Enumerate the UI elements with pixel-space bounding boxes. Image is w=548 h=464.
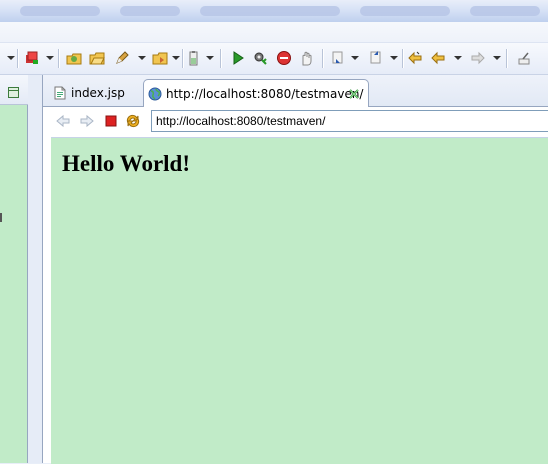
- menu-bar: [0, 22, 548, 43]
- url-input[interactable]: [151, 110, 548, 132]
- toolbar-separator: [506, 49, 507, 68]
- dropdown-arrow-icon[interactable]: [351, 56, 359, 60]
- open-type-icon[interactable]: [66, 50, 82, 66]
- dropdown-arrow-icon[interactable]: [7, 56, 15, 60]
- stop-icon[interactable]: [103, 113, 119, 129]
- forward-icon[interactable]: [470, 50, 486, 66]
- dropdown-arrow-icon[interactable]: [138, 56, 146, 60]
- toolbar-separator: [58, 49, 59, 68]
- title-blur: [20, 6, 100, 16]
- last-edit-icon[interactable]: [407, 50, 423, 66]
- open-folder-icon[interactable]: [89, 50, 105, 66]
- forward-icon[interactable]: [79, 113, 95, 129]
- open-task-icon[interactable]: [152, 50, 168, 66]
- toolbar-separator: [322, 49, 323, 68]
- view-sash[interactable]: [28, 75, 42, 463]
- tab-browser[interactable]: http://localhost:8080/testmaven/: [143, 79, 369, 107]
- stop-icon[interactable]: [276, 50, 292, 66]
- run-icon[interactable]: [230, 50, 246, 66]
- title-blur: [120, 6, 180, 16]
- pencil-icon[interactable]: [114, 50, 130, 66]
- debug-gear-icon[interactable]: [252, 50, 268, 66]
- editor-tab-strip: index.jsp http://localhost:8080/testmave…: [43, 75, 548, 107]
- maximize-icon[interactable]: [8, 87, 19, 98]
- browser-content: Hello World!: [51, 137, 548, 464]
- hand-icon[interactable]: [298, 50, 314, 66]
- browser-nav-bar: [43, 107, 548, 136]
- editor-area: index.jsp http://localhost:8080/testmave…: [42, 75, 548, 464]
- server-stop-icon[interactable]: [24, 50, 40, 66]
- dropdown-arrow-icon[interactable]: [390, 56, 398, 60]
- jsp-file-icon: [53, 86, 67, 100]
- close-icon[interactable]: [348, 88, 360, 100]
- title-blur: [200, 6, 340, 16]
- prev-annotation-icon[interactable]: [368, 50, 384, 66]
- tab-label: http://localhost:8080/testmaven/: [166, 87, 364, 101]
- window-title-bar: [0, 0, 548, 22]
- tab-index-jsp[interactable]: index.jsp: [47, 81, 143, 106]
- main-toolbar: [0, 43, 548, 75]
- back-icon[interactable]: [55, 113, 71, 129]
- dropdown-arrow-icon[interactable]: [493, 56, 501, 60]
- next-annotation-icon[interactable]: [330, 50, 346, 66]
- toolbar-separator: [220, 49, 221, 68]
- dropdown-arrow-icon[interactable]: [454, 56, 462, 60]
- left-view-content: [0, 75, 28, 463]
- toolbar-separator: [402, 49, 403, 68]
- battery-icon[interactable]: [186, 50, 202, 66]
- page-heading: Hello World!: [62, 151, 190, 176]
- pin-editor-icon[interactable]: [516, 50, 532, 66]
- toolbar-separator: [182, 49, 183, 68]
- scroll-marker: [0, 213, 2, 222]
- back-icon[interactable]: [430, 50, 446, 66]
- title-blur: [470, 6, 540, 16]
- tab-label: index.jsp: [71, 86, 125, 100]
- toolbar-separator: [17, 49, 18, 68]
- dropdown-arrow-icon[interactable]: [206, 56, 214, 60]
- dropdown-arrow-icon[interactable]: [172, 56, 180, 60]
- globe-icon: [148, 87, 162, 101]
- title-blur: [360, 6, 450, 16]
- refresh-icon[interactable]: [125, 113, 141, 129]
- dropdown-arrow-icon[interactable]: [46, 56, 54, 60]
